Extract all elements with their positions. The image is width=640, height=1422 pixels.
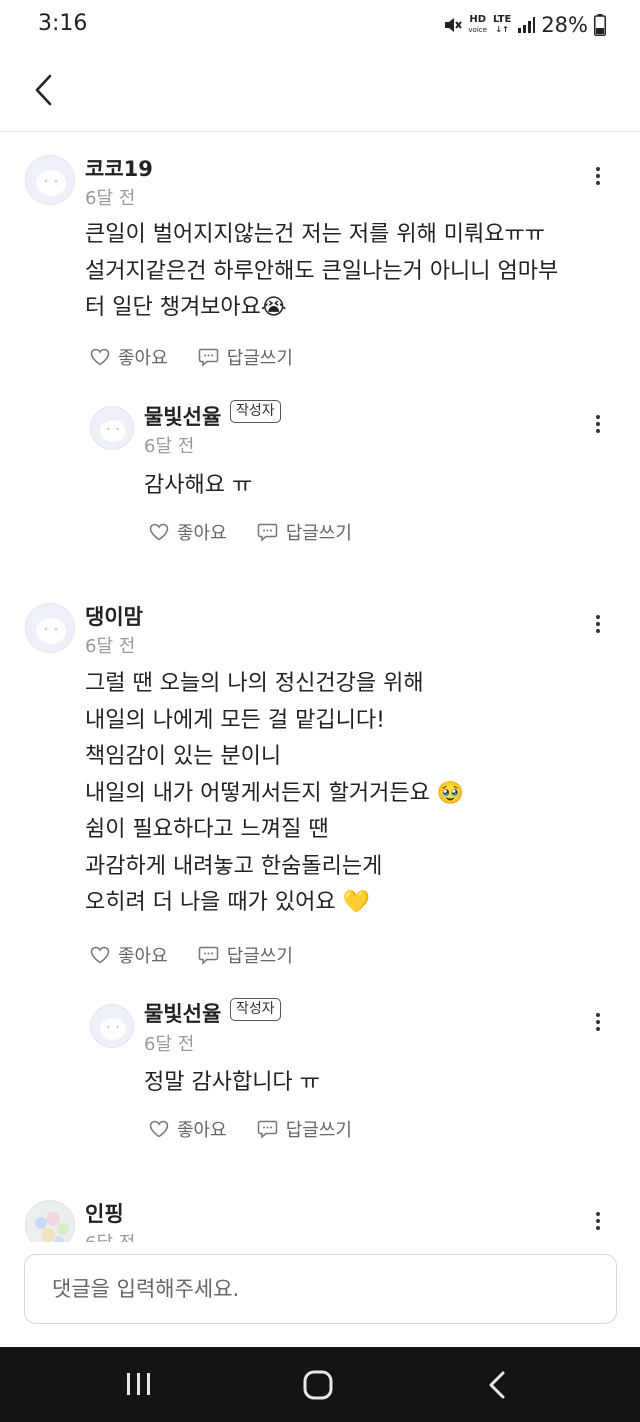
like-button[interactable]: 좋아요 (149, 519, 227, 545)
avatar (25, 603, 75, 653)
reply-actions: 좋아요 답글쓰기 (149, 519, 352, 545)
reply-actions: 좋아요 답글쓰기 (149, 1116, 352, 1142)
comment-input[interactable] (25, 1255, 616, 1323)
recents-icon (127, 1373, 150, 1395)
recents-button[interactable] (93, 1347, 183, 1422)
author-badge: 작성자 (230, 998, 281, 1021)
header (0, 50, 640, 132)
battery-percent: 28% (541, 13, 588, 37)
comment-time: 6달 전 (85, 636, 136, 657)
mute-icon (445, 18, 463, 32)
avatar (90, 406, 134, 450)
lte-indicator: LTE ↓↑ (492, 14, 512, 35)
reply-time: 6달 전 (144, 1034, 195, 1055)
like-label: 좋아요 (118, 348, 168, 369)
reply-label: 답글쓰기 (285, 1120, 352, 1141)
comment-partial: 인핑 6달 전 (0, 1190, 640, 1242)
avatar (25, 155, 75, 205)
like-button[interactable]: 좋아요 (90, 942, 168, 968)
chevron-left-icon (35, 74, 52, 106)
speech-bubble-icon (198, 946, 218, 965)
like-button[interactable]: 좋아요 (149, 1116, 227, 1142)
reply-label: 답글쓰기 (226, 946, 293, 967)
author-badge: 작성자 (230, 400, 281, 423)
heart-outline-icon (149, 1120, 169, 1138)
reply-button[interactable]: 답글쓰기 (257, 519, 352, 545)
heart-outline-icon (149, 523, 169, 541)
heart-outline-icon (90, 348, 110, 366)
reply-text: 감사해요 ㅠ (144, 473, 253, 498)
comment-time: 6달 전 (85, 188, 136, 209)
reply-button[interactable]: 답글쓰기 (257, 1116, 352, 1142)
comment-author-name[interactable]: 인핑 (85, 1198, 124, 1228)
reply-author-name[interactable]: 물빛선율 (144, 998, 221, 1028)
comment-text: 그럴 땐 오늘의 나의 정신건강을 위해 내일의 나에게 모든 걸 맡깁니다! … (85, 671, 465, 915)
comment-actions: 좋아요 답글쓰기 (90, 344, 293, 370)
hd-voice-indicator: HD voice (468, 14, 487, 35)
reply-text: 정말 감사합니다 ㅠ (144, 1070, 320, 1095)
status-time: 3:16 (38, 11, 88, 36)
speech-bubble-icon (257, 523, 277, 542)
more-options-button[interactable] (586, 607, 610, 641)
back-icon (489, 1371, 505, 1399)
reply-label: 답글쓰기 (285, 523, 352, 544)
like-label: 좋아요 (177, 1120, 227, 1141)
reply-button[interactable]: 답글쓰기 (198, 344, 293, 370)
more-options-button[interactable] (586, 159, 610, 193)
reply-author-name[interactable]: 물빛선율 (144, 401, 221, 431)
comment-author-name[interactable]: 코코19 (85, 153, 153, 183)
like-button[interactable]: 좋아요 (90, 344, 168, 370)
home-button[interactable] (273, 1347, 363, 1422)
comment-actions: 좋아요 답글쓰기 (90, 942, 293, 968)
reply-button[interactable]: 답글쓰기 (198, 942, 293, 968)
comment-text: 큰일이 벌어지지않는건 저는 저를 위해 미뤄요ㅠㅠ 설거지같은건 하루안해도 … (85, 222, 559, 320)
speech-bubble-icon (198, 348, 218, 367)
reply-label: 답글쓰기 (226, 348, 293, 369)
more-options-button[interactable] (586, 407, 610, 441)
heart-outline-icon (90, 946, 110, 964)
comment-input-box (24, 1254, 617, 1324)
nav-back-button[interactable] (453, 1347, 543, 1422)
reply-time: 6달 전 (144, 436, 195, 457)
like-label: 좋아요 (118, 946, 168, 967)
system-nav-bar (0, 1347, 640, 1422)
more-options-button[interactable] (586, 1005, 610, 1039)
comment-time: 6달 전 (85, 1229, 135, 1242)
status-bar: 3:16 HD voice LTE ↓↑ 28% (0, 0, 640, 50)
speech-bubble-icon (257, 1120, 277, 1139)
home-icon (303, 1370, 333, 1400)
like-label: 좋아요 (177, 523, 227, 544)
battery-icon (594, 14, 606, 36)
back-button[interactable] (26, 68, 66, 112)
comment-author-name[interactable]: 댕이맘 (85, 601, 143, 631)
status-icons: HD voice LTE ↓↑ 28% (442, 10, 606, 40)
more-options-button[interactable] (586, 1204, 610, 1238)
signal-icon (518, 17, 536, 33)
avatar-photo (25, 1200, 75, 1242)
avatar (90, 1004, 134, 1048)
